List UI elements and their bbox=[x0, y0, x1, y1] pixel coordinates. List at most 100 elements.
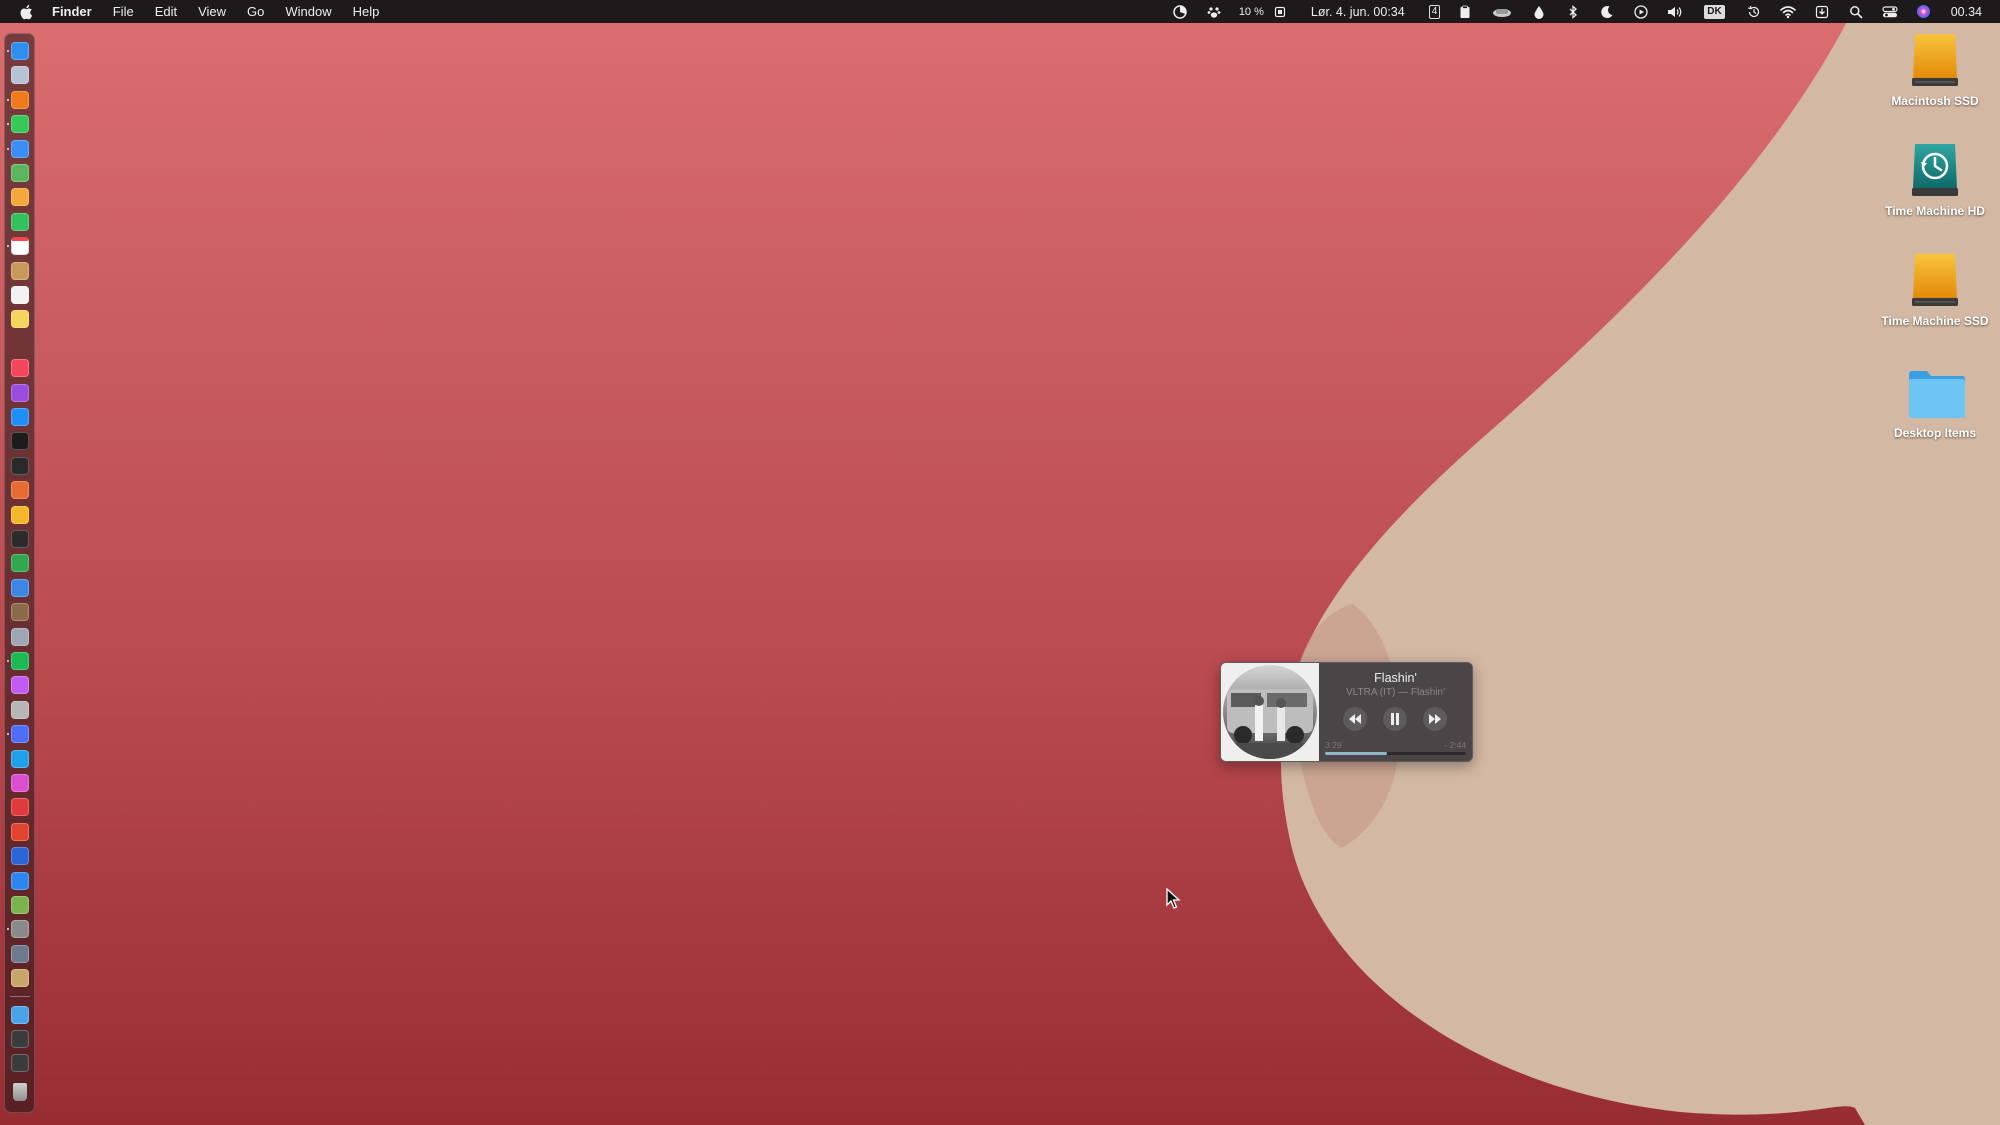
launchpad-icon[interactable] bbox=[11, 66, 29, 85]
desktop-item-label: Macintosh SSD bbox=[1891, 94, 1979, 108]
music-icon[interactable] bbox=[11, 359, 29, 378]
spotify-icon[interactable] bbox=[11, 652, 29, 670]
menu-help[interactable]: Help bbox=[353, 0, 380, 23]
reminders-icon[interactable] bbox=[11, 286, 29, 304]
facetime-icon[interactable] bbox=[11, 212, 29, 231]
folder-icon bbox=[1907, 364, 1965, 422]
finder-icon[interactable] bbox=[11, 42, 29, 60]
pixelmator-icon[interactable] bbox=[11, 481, 29, 500]
menu-go[interactable]: Go bbox=[247, 0, 264, 23]
play-icon[interactable] bbox=[1633, 4, 1649, 20]
dock bbox=[4, 33, 35, 1113]
running-indicator bbox=[7, 123, 9, 126]
menu-file[interactable]: File bbox=[113, 0, 134, 23]
maps-icon[interactable] bbox=[11, 164, 29, 182]
desktop-item-desktop-items[interactable]: Desktop Items bbox=[1880, 364, 1990, 440]
calendar-icon[interactable] bbox=[11, 237, 29, 256]
menu-window[interactable]: Window bbox=[285, 0, 331, 23]
running-indicator bbox=[7, 147, 9, 150]
pause-icon bbox=[1391, 713, 1399, 725]
time-machine-drive-icon bbox=[1907, 142, 1963, 200]
coffee-icon[interactable] bbox=[1491, 4, 1513, 20]
recent-doc-icon[interactable] bbox=[11, 1030, 29, 1048]
apple-menu-icon[interactable] bbox=[18, 3, 36, 21]
xcode-icon[interactable] bbox=[11, 871, 29, 890]
input-source-badge[interactable]: DK bbox=[1704, 4, 1725, 19]
menu-view[interactable]: View bbox=[198, 0, 226, 23]
voice-memos-icon[interactable] bbox=[11, 456, 29, 475]
track-title: Flashin' bbox=[1374, 671, 1417, 685]
finder-cat-icon[interactable] bbox=[11, 603, 29, 622]
clipboard-icon[interactable] bbox=[1457, 4, 1473, 20]
running-indicator bbox=[7, 245, 9, 248]
screen-recorder-icon[interactable] bbox=[11, 530, 29, 548]
flower-icon[interactable] bbox=[11, 774, 29, 792]
contacts-icon[interactable] bbox=[11, 261, 29, 280]
external-drive-icon bbox=[1907, 32, 1963, 90]
running-indicator bbox=[7, 733, 9, 736]
siri-icon[interactable] bbox=[1916, 4, 1932, 20]
running-indicator bbox=[7, 98, 9, 101]
clock-text[interactable]: 00.34 bbox=[1951, 5, 1982, 19]
script-editor-icon[interactable] bbox=[11, 896, 29, 914]
rewind-button[interactable] bbox=[1343, 707, 1367, 731]
volume-icon[interactable] bbox=[1667, 4, 1683, 20]
track-artist: VLTRA (IT) — Flashin' bbox=[1346, 687, 1445, 698]
pause-button[interactable] bbox=[1383, 707, 1407, 731]
archive-icon[interactable] bbox=[11, 969, 29, 988]
control-center-icon[interactable] bbox=[1882, 4, 1898, 20]
messenger-icon[interactable] bbox=[11, 725, 29, 744]
calendar-badge[interactable]: 4 bbox=[1428, 4, 1441, 19]
globe-icon[interactable] bbox=[11, 554, 29, 573]
recent-doc-2-icon[interactable] bbox=[11, 1054, 29, 1073]
tv-icon[interactable] bbox=[11, 335, 29, 353]
trash-icon[interactable] bbox=[13, 1082, 27, 1101]
disk-utility-icon[interactable] bbox=[11, 944, 29, 963]
terminal-icon[interactable] bbox=[11, 432, 29, 451]
mail-icon[interactable] bbox=[11, 139, 29, 158]
rewind-icon bbox=[1349, 714, 1361, 724]
cpu-usage-text[interactable]: 10 % bbox=[1239, 6, 1264, 18]
fast-forward-button[interactable] bbox=[1423, 707, 1447, 731]
sketch-icon[interactable] bbox=[11, 505, 29, 524]
messages-icon[interactable] bbox=[11, 115, 29, 134]
arrow-app-icon[interactable] bbox=[11, 847, 29, 866]
gems-icon[interactable] bbox=[11, 700, 29, 719]
desktop-item-time-machine-hd[interactable]: Time Machine HD bbox=[1880, 142, 1990, 218]
running-indicator bbox=[7, 50, 9, 52]
wifi-icon[interactable] bbox=[1779, 4, 1796, 20]
firefox-icon[interactable] bbox=[11, 90, 29, 109]
app-menu-finder[interactable]: Finder bbox=[52, 0, 92, 23]
desktop-item-time-machine-ssd[interactable]: Time Machine SSD bbox=[1880, 252, 1990, 328]
photos-icon[interactable] bbox=[11, 188, 29, 207]
progress-bar[interactable] bbox=[1325, 752, 1466, 755]
album-art bbox=[1221, 663, 1319, 761]
downloads-folder-icon[interactable] bbox=[11, 1005, 29, 1024]
notes-icon[interactable] bbox=[11, 310, 29, 329]
date-time-text[interactable]: Lør. 4. jun. 00:34 bbox=[1311, 5, 1405, 19]
search-icon[interactable] bbox=[1848, 4, 1864, 20]
app-store-icon[interactable] bbox=[11, 408, 29, 426]
sync-icon[interactable] bbox=[11, 749, 29, 768]
menu-bar: Finder File Edit View Go Window Help 10 … bbox=[0, 0, 2000, 23]
menu-edit[interactable]: Edit bbox=[155, 0, 177, 23]
gradient-app-icon[interactable] bbox=[11, 676, 29, 695]
paw-icon[interactable] bbox=[1206, 4, 1222, 20]
red-app-icon[interactable] bbox=[11, 798, 29, 817]
podcasts-icon[interactable] bbox=[11, 383, 29, 402]
bluetooth-icon[interactable] bbox=[1565, 4, 1581, 20]
remaining-time: - 2:44 bbox=[1444, 740, 1466, 750]
settings-gear-icon[interactable] bbox=[11, 920, 29, 939]
moon-icon[interactable] bbox=[1599, 4, 1615, 20]
drop-icon[interactable] bbox=[1531, 4, 1547, 20]
network-icon[interactable] bbox=[11, 578, 29, 597]
cpu-chip-icon[interactable] bbox=[1272, 4, 1288, 20]
download-icon[interactable] bbox=[1814, 4, 1830, 20]
time-machine-icon[interactable] bbox=[1746, 4, 1762, 20]
running-indicator bbox=[7, 928, 9, 931]
system-info-icon[interactable] bbox=[11, 627, 29, 646]
desktop-item-macintosh-ssd[interactable]: Macintosh SSD bbox=[1880, 32, 1990, 108]
mini-player[interactable]: Flashin' VLTRA (IT) — Flashin' 3:29 - 2:… bbox=[1220, 662, 1473, 762]
trophy-app-icon[interactable] bbox=[11, 822, 29, 841]
stats-icon[interactable] bbox=[1172, 4, 1188, 20]
